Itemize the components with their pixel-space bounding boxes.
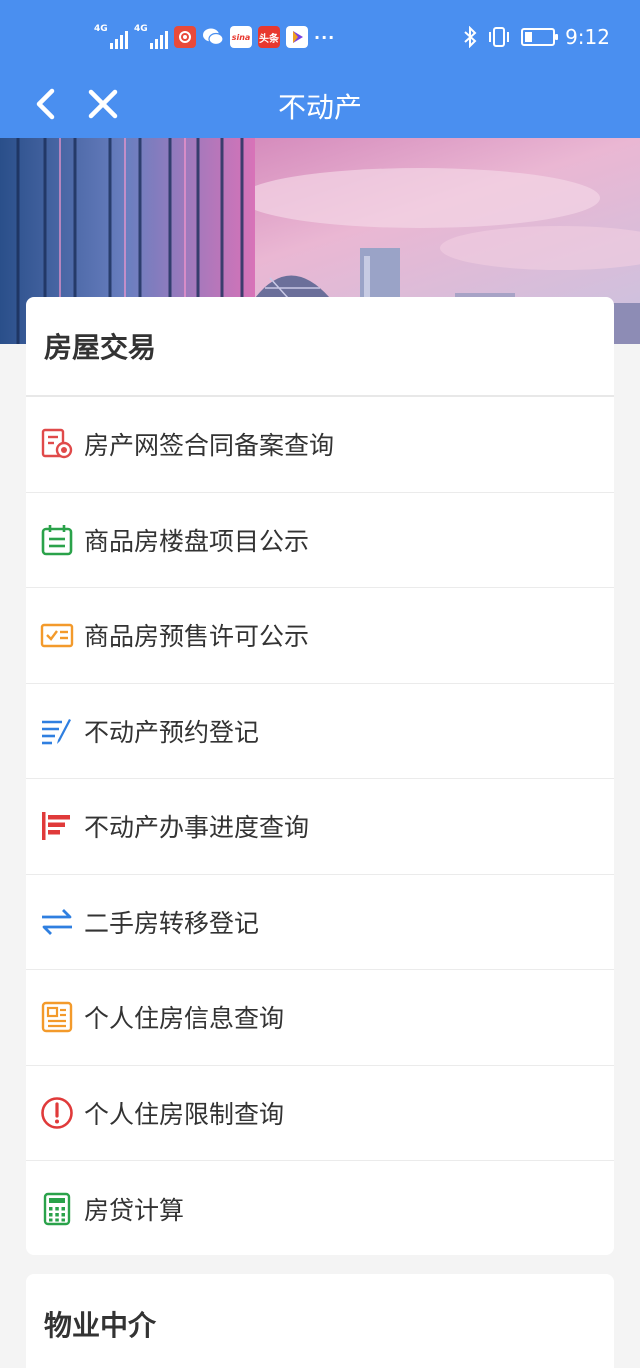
more-notifications-indicator: ···: [314, 27, 336, 47]
jingjing-icon: [174, 26, 196, 48]
battery-level-fill: [525, 32, 533, 42]
sina-text: sina: [231, 32, 251, 42]
menu-item-label: 二手房转移登记: [84, 908, 260, 938]
toutiao-text: 头条: [259, 33, 279, 45]
network-type-label: 4G: [134, 24, 148, 34]
menu-item-personal-housing-info[interactable]: 个人住房信息查询: [26, 970, 614, 1066]
calendar-icon: [41, 524, 73, 556]
presale-license-icon: [40, 624, 74, 648]
vibrate-icon: [489, 27, 510, 47]
menu-item-label: 个人住房信息查询: [84, 1004, 285, 1034]
property-agency-card: 物业中介: [26, 1274, 614, 1368]
menu-item-appointment-registration[interactable]: 不动产预约登记: [26, 684, 614, 779]
menu-item-housing-restriction-query[interactable]: 个人住房限制查询: [26, 1066, 614, 1161]
menu-item-progress-query[interactable]: 不动产办事进度查询: [26, 779, 614, 875]
sina-weibo-icon: sina: [230, 26, 252, 48]
menu-item-housing-project-publicity[interactable]: 商品房楼盘项目公示: [26, 493, 614, 588]
bluetooth-icon: [464, 26, 477, 48]
clock: 9:12: [565, 25, 610, 49]
network-type-label: 4G: [94, 24, 108, 34]
progress-bars-icon: [42, 812, 70, 841]
menu-item-label: 个人住房限制查询: [84, 1099, 285, 1129]
menu-item-label: 商品房楼盘项目公示: [84, 526, 310, 556]
menu-item-presale-license-publicity[interactable]: 商品房预售许可公示: [26, 588, 614, 684]
menu-item-contract-record-query[interactable]: 房产网签合同备案查询: [26, 397, 614, 493]
transfer-arrows-icon: [42, 908, 72, 935]
id-card-icon: [41, 1002, 73, 1033]
house-transaction-card: 房屋交易 房产网签合同备案查询 商品房楼盘项目公示 商品房预售许可公示 不动产预…: [26, 297, 614, 1255]
status-bar-right: 9:12: [463, 24, 610, 50]
signal-icon: 4G: [134, 25, 168, 49]
section-title: 物业中介: [44, 1309, 157, 1342]
video-icon: [286, 26, 308, 48]
section-title: 房屋交易: [26, 297, 614, 397]
menu-item-second-hand-transfer[interactable]: 二手房转移登记: [26, 875, 614, 970]
wechat-icon: [202, 26, 224, 48]
edit-list-icon: [42, 718, 71, 745]
menu-item-label: 不动产预约登记: [84, 717, 260, 747]
menu-item-label: 房贷计算: [84, 1195, 185, 1225]
status-bar-left: 4G 4G sina 头条 ···: [94, 24, 335, 50]
menu-item-label: 不动产办事进度查询: [84, 813, 310, 843]
alert-circle-icon: [41, 1096, 73, 1129]
menu-item-mortgage-calculator[interactable]: 房贷计算: [26, 1161, 614, 1257]
contract-record-icon: [41, 429, 73, 459]
signal-icon: 4G: [94, 25, 128, 49]
nav-bar: 不动产: [0, 72, 640, 138]
menu-item-label: 房产网签合同备案查询: [84, 431, 335, 461]
page-title: 不动产: [277, 91, 362, 124]
calculator-icon: [43, 1192, 71, 1225]
battery-icon: [521, 28, 559, 46]
menu-item-label: 商品房预售许可公示: [84, 622, 310, 652]
status-bar: 4G 4G sina 头条 ··· 9:12: [0, 0, 640, 72]
toutiao-icon: 头条: [258, 26, 280, 48]
